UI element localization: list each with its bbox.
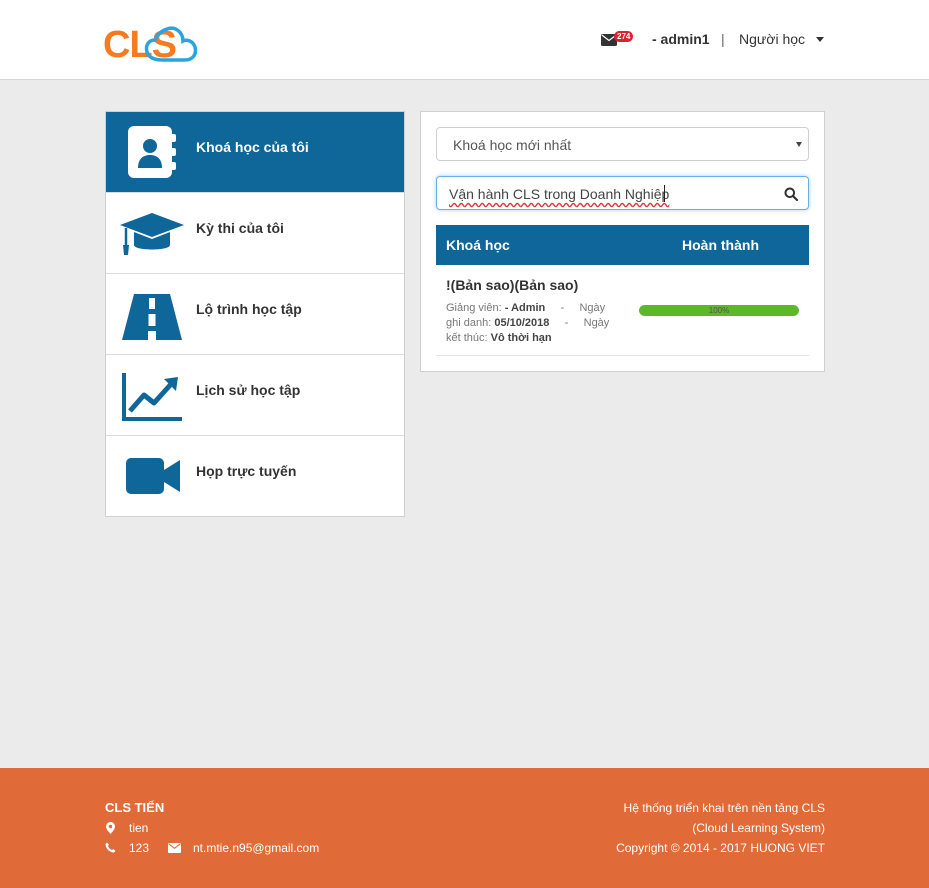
sidebar-item-label: Lịch sử học tập: [196, 382, 301, 398]
sidebar-item-my-exams[interactable]: Kỳ thi của tôi: [106, 193, 404, 274]
username-label[interactable]: - admin1: [652, 31, 710, 47]
top-header: CLS 274 - admin1 | Người học: [0, 0, 929, 80]
search-icon[interactable]: [784, 187, 798, 201]
sidebar-item-label: Lộ trình học tập: [196, 301, 302, 317]
envelope-icon: [168, 843, 181, 853]
sidebar-item-label: Khoá học của tôi: [196, 139, 309, 155]
mail-count-badge: 274: [614, 31, 634, 42]
column-header-course: Khoá học: [446, 237, 510, 253]
page-footer: CLS TIẾN tien 123 nt.mtie.n95@gmail.com …: [0, 768, 929, 888]
video-camera-icon: [126, 458, 180, 494]
road-icon: [122, 294, 182, 340]
footer-email[interactable]: nt.mtie.n95@gmail.com: [193, 841, 319, 855]
footer-company-name: CLS TIẾN: [105, 800, 165, 815]
graduation-cap-icon: [120, 213, 184, 255]
course-meta: Giảng viên: - Admin - Ngày ghi danh: 05/…: [446, 302, 610, 344]
select-arrow-icon: [796, 142, 802, 147]
sidebar-item-my-courses[interactable]: Khoá học của tôi: [106, 112, 404, 193]
sidebar-item-online-meeting[interactable]: Họp trực tuyến: [106, 436, 404, 517]
course-title[interactable]: !(Bản sao)(Bản sao): [446, 277, 578, 293]
footer-copyright: Copyright © 2014 - 2017 HUONG VIET: [616, 841, 825, 855]
sidebar-item-learning-path[interactable]: Lộ trình học tập: [106, 274, 404, 355]
role-dropdown[interactable]: Người học: [739, 31, 805, 47]
course-search-input[interactable]: Vận hành CLS trong Doanh Nghiệp: [436, 176, 809, 210]
sidebar-menu: Khoá học của tôi Kỳ thi của tôi Lộ trình…: [105, 111, 405, 517]
footer-system-name: (Cloud Learning System): [692, 821, 825, 835]
footer-phone: 123: [129, 841, 150, 855]
footer-platform-text: Hệ thống triển khai trên nền tảng CLS: [623, 801, 825, 815]
phone-icon: [105, 842, 116, 853]
sidebar-item-label: Kỳ thi của tôi: [196, 220, 284, 236]
sidebar-item-label: Họp trực tuyến: [196, 463, 297, 479]
sidebar-item-learning-history[interactable]: Lịch sử học tập: [106, 355, 404, 436]
table-row[interactable]: !(Bản sao)(Bản sao) Giảng viên: - Admin …: [436, 265, 809, 356]
cloud-icon: [144, 26, 198, 62]
course-panel: Khoá học mới nhất Vận hành CLS trong Doa…: [420, 111, 825, 372]
table-header: Khoá học Hoàn thành: [436, 225, 809, 265]
caret-down-icon[interactable]: [816, 37, 824, 42]
line-chart-icon: [122, 373, 182, 421]
text-cursor: [664, 185, 665, 202]
cls-logo[interactable]: CLS: [103, 14, 199, 68]
footer-address: tien: [129, 821, 149, 835]
map-marker-icon: [106, 822, 115, 834]
contact-book-icon: [128, 126, 176, 178]
completion-progress-bar: 100%: [639, 305, 799, 316]
course-filter-select[interactable]: Khoá học mới nhất: [436, 127, 809, 161]
header-separator: |: [721, 31, 725, 47]
search-input-value: Vận hành CLS trong Doanh Nghiệp: [449, 186, 670, 202]
column-header-completion: Hoàn thành: [682, 237, 759, 253]
select-value: Khoá học mới nhất: [453, 137, 572, 153]
progress-text: 100%: [708, 306, 730, 315]
